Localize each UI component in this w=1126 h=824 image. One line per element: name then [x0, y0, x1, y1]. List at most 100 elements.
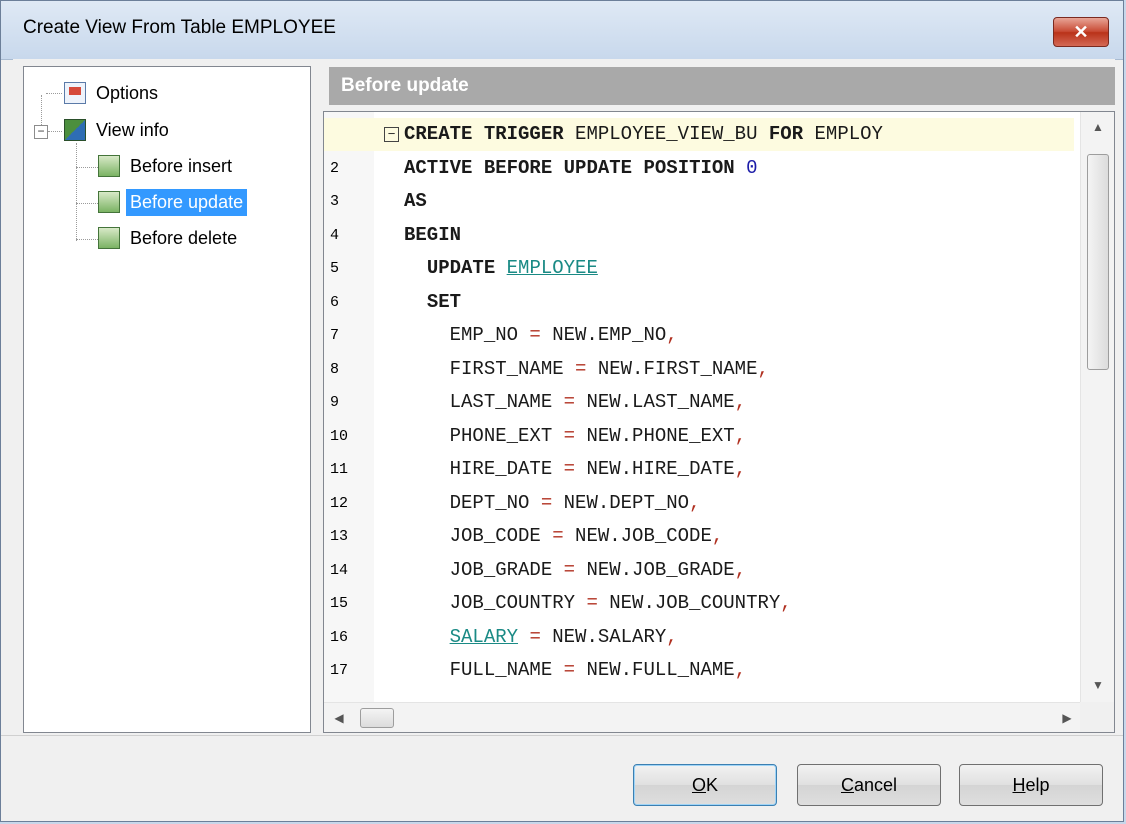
cancel-mnemonic: C: [840, 774, 854, 795]
code-line[interactable]: 6 SET: [324, 286, 1074, 319]
sql-editor[interactable]: − CREATE TRIGGER EMPLOYEE_VIEW_BU FOR EMP…: [323, 111, 1115, 733]
fold-toggle-icon[interactable]: −: [384, 127, 399, 142]
code-text: SET: [426, 290, 462, 313]
code-line[interactable]: 2 ACTIVE BEFORE UPDATE POSITION 0: [324, 152, 1074, 185]
navigation-tree: − Options View info Before insert Before…: [23, 66, 311, 733]
code-text: BEGIN: [404, 223, 462, 246]
scroll-down-icon[interactable]: ▼: [1081, 678, 1114, 692]
code-line[interactable]: 15 JOB_COUNTRY = NEW.JOB_COUNTRY,: [324, 587, 1074, 620]
code-line[interactable]: 17 FULL_NAME = NEW.FULL_NAME,: [324, 654, 1074, 687]
tree-item-view-info[interactable]: View info: [64, 115, 173, 145]
code-text: FULL_NAME = NEW.FULL_NAME,: [404, 659, 747, 681]
scroll-up-icon[interactable]: ▲: [1081, 120, 1114, 134]
code-text: EMP_NO = NEW.EMP_NO,: [404, 324, 678, 346]
line-number: 14: [330, 561, 349, 579]
code-text: UPDATE EMPLOYEE: [426, 257, 598, 279]
tree-connector: [76, 239, 98, 240]
code-text: JOB_GRADE = NEW.JOB_GRADE,: [404, 558, 747, 581]
ok-button[interactable]: OK: [633, 764, 777, 806]
code-text: AS: [404, 190, 427, 212]
code-line[interactable]: 5 UPDATE EMPLOYEE: [324, 252, 1074, 285]
code-line[interactable]: 3 AS: [324, 185, 1074, 218]
scroll-corner: [1080, 702, 1114, 732]
line-number: 2: [330, 159, 340, 177]
tree-item-options[interactable]: Options: [64, 78, 162, 108]
line-number: 17: [330, 662, 349, 679]
code-line[interactable]: 9 LAST_NAME = NEW.LAST_NAME,: [324, 386, 1074, 419]
help-mnemonic: H: [1012, 774, 1026, 795]
horizontal-scrollbar[interactable]: ◀ ▶: [324, 702, 1082, 732]
code-line[interactable]: 12 DEPT_NO = NEW.DEPT_NO,: [324, 487, 1074, 520]
vertical-scrollbar[interactable]: ▲ ▼: [1080, 112, 1114, 702]
line-number: 5: [330, 260, 340, 277]
tree-item-before-insert[interactable]: Before insert: [98, 151, 236, 181]
trigger-icon: [98, 155, 120, 177]
trigger-icon: [98, 227, 120, 249]
cancel-label: ancel: [853, 774, 898, 795]
tree-item-before-update[interactable]: Before update: [98, 187, 248, 217]
line-number: 7: [330, 327, 340, 344]
options-icon: [64, 82, 86, 104]
tree-connector: [76, 203, 98, 204]
code-text: SALARY = NEW.SALARY,: [449, 625, 678, 648]
code-text: JOB_CODE = NEW.JOB_CODE,: [404, 525, 724, 547]
tree-item-label: Before insert: [130, 155, 233, 176]
code-line[interactable]: 16 SALARY = NEW.SALARY,: [324, 621, 1074, 654]
dialog-content: − Options View info Before insert Before…: [13, 59, 1115, 735]
tree-item-label: View info: [96, 119, 169, 140]
code-text: DEPT_NO = NEW.DEPT_NO,: [404, 491, 701, 514]
section-title: Before update: [329, 67, 1115, 105]
tree-item-label: Before delete: [130, 227, 238, 248]
line-number: 9: [330, 394, 340, 411]
line-number: 16: [330, 628, 349, 646]
help-label: elp: [1025, 774, 1050, 795]
scroll-left-icon[interactable]: ◀: [324, 711, 354, 725]
tree-item-label: Before update: [126, 188, 248, 216]
code-line[interactable]: 8 FIRST_NAME = NEW.FIRST_NAME,: [324, 353, 1074, 386]
view-info-icon: [64, 119, 86, 141]
line-number: 6: [330, 293, 340, 311]
help-button[interactable]: Help: [959, 764, 1103, 806]
line-number: 8: [330, 360, 340, 378]
vertical-scroll-thumb[interactable]: [1087, 154, 1109, 370]
horizontal-scroll-thumb[interactable]: [360, 708, 394, 728]
close-icon: ✕: [1073, 21, 1089, 42]
window-title: Create View From Table EMPLOYEE: [23, 17, 336, 38]
code-text: JOB_COUNTRY = NEW.JOB_COUNTRY,: [404, 592, 792, 614]
close-button[interactable]: ✕: [1053, 17, 1109, 47]
create-view-dialog: Create View From Table EMPLOYEE ✕ − Opti…: [0, 0, 1124, 822]
code-line[interactable]: 11 HIRE_DATE = NEW.HIRE_DATE,: [324, 453, 1074, 486]
code-line[interactable]: 14 JOB_GRADE = NEW.JOB_GRADE,: [324, 554, 1074, 587]
title-bar: Create View From Table EMPLOYEE ✕: [1, 1, 1123, 60]
line-number: 13: [330, 528, 349, 545]
line-number: 15: [330, 595, 349, 612]
code-text: HIRE_DATE = NEW.HIRE_DATE,: [404, 458, 747, 480]
code-line[interactable]: 13 JOB_CODE = NEW.JOB_CODE,: [324, 520, 1074, 553]
code-line[interactable]: − CREATE TRIGGER EMPLOYEE_VIEW_BU FOR EMP…: [324, 118, 1074, 151]
tree-connector: [41, 95, 42, 125]
collapse-toggle[interactable]: −: [34, 125, 48, 139]
line-number: 11: [330, 461, 349, 478]
line-number: 10: [330, 427, 349, 445]
code-text: LAST_NAME = NEW.LAST_NAME,: [404, 391, 747, 413]
tree-connector: [48, 131, 62, 132]
code-line[interactable]: 4 BEGIN: [324, 219, 1074, 252]
ok-label: K: [706, 774, 719, 795]
code-text: FIRST_NAME = NEW.FIRST_NAME,: [404, 357, 769, 380]
trigger-icon: [98, 191, 120, 213]
tree-item-label: Options: [96, 82, 159, 103]
scroll-right-icon[interactable]: ▶: [1052, 711, 1082, 725]
ok-mnemonic: O: [691, 774, 706, 795]
line-number: 3: [330, 193, 340, 210]
tree-connector: [76, 143, 77, 241]
tree-item-before-delete[interactable]: Before delete: [98, 223, 241, 253]
code-text: CREATE TRIGGER EMPLOYEE_VIEW_BU FOR EMPL…: [404, 123, 883, 145]
cancel-button[interactable]: Cancel: [797, 764, 941, 806]
code-line[interactable]: 7 EMP_NO = NEW.EMP_NO,: [324, 319, 1074, 352]
code-text: ACTIVE BEFORE UPDATE POSITION 0: [404, 156, 758, 179]
tree-connector: [46, 93, 62, 94]
tree-connector: [76, 167, 98, 168]
code-line[interactable]: 10 PHONE_EXT = NEW.PHONE_EXT,: [324, 420, 1074, 453]
line-number: 4: [330, 226, 340, 244]
line-number: 12: [330, 494, 349, 512]
